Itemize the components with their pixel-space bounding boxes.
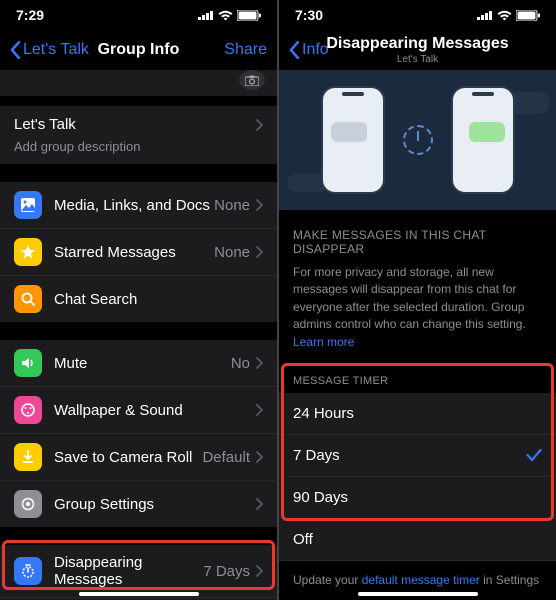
phone-group-info: 7:29 Let's Talk Group Info Share Let's T…: [0, 0, 277, 600]
back-button[interactable]: Info: [289, 41, 329, 59]
wifi-icon: [218, 10, 233, 21]
phone-disappearing-messages: 7:30 Info Disappearing Messages Let's Ta…: [279, 0, 556, 600]
cellular-icon: [477, 10, 493, 20]
cell-label: Wallpaper & Sound: [54, 402, 256, 419]
gear-icon: [14, 490, 42, 518]
wallpaper-sound-cell[interactable]: Wallpaper & Sound: [0, 387, 277, 434]
back-label: Let's Talk: [23, 41, 89, 59]
checkmark-icon: [526, 448, 542, 462]
back-label: Info: [302, 41, 329, 59]
option-label: 24 Hours: [293, 405, 354, 422]
download-icon: [14, 443, 42, 471]
status-bar: 7:29: [0, 0, 277, 30]
status-time: 7:30: [295, 7, 323, 23]
battery-icon: [237, 10, 261, 21]
group-settings-cell[interactable]: Group Settings: [0, 481, 277, 527]
group-description-cell[interactable]: Add group description: [0, 139, 277, 164]
learn-more-link[interactable]: Learn more: [293, 335, 354, 349]
camera-icon[interactable]: [239, 70, 265, 90]
cell-label: Save to Camera Roll: [54, 449, 202, 466]
timer-section-header: MESSAGE TIMER: [279, 365, 556, 393]
cell-value: 7 Days: [203, 563, 250, 580]
cellular-icon: [198, 10, 214, 20]
cell-value: None: [214, 244, 250, 261]
chevron-right-icon: [256, 404, 263, 416]
option-24-hours[interactable]: 24 Hours: [279, 393, 556, 435]
cell-label: Mute: [54, 355, 231, 372]
nav-bar: Info Disappearing Messages Let's Talk: [279, 30, 556, 70]
chat-search-cell[interactable]: Chat Search: [0, 276, 277, 322]
home-indicator[interactable]: [79, 592, 199, 596]
share-button[interactable]: Share: [224, 41, 267, 59]
cell-label: Disappearing Messages: [54, 554, 203, 588]
group-name-section: Let's Talk Add group description: [0, 106, 277, 164]
wallpaper-icon: [14, 396, 42, 424]
speaker-icon: [14, 349, 42, 377]
chevron-right-icon: [256, 357, 263, 369]
status-indicators: [477, 10, 540, 21]
home-indicator[interactable]: [358, 592, 478, 596]
option-label: Off: [293, 531, 313, 548]
mute-cell[interactable]: Mute No: [0, 340, 277, 387]
chevron-left-icon: [10, 41, 21, 59]
section-headline: MAKE MESSAGES IN THIS CHAT DISAPPEAR: [279, 210, 556, 264]
cell-value: None: [214, 197, 250, 214]
media-links-docs-cell[interactable]: Media, Links, and Docs None: [0, 182, 277, 229]
cell-label: Group Settings: [54, 496, 256, 513]
star-icon: [14, 238, 42, 266]
starred-messages-cell[interactable]: Starred Messages None: [0, 229, 277, 276]
clock-icon: [403, 125, 433, 155]
body-text: For more privacy and storage, all new me…: [293, 265, 526, 331]
cell-label: Starred Messages: [54, 244, 214, 261]
chevron-left-icon: [289, 41, 300, 59]
timer-icon: [14, 557, 42, 585]
phone-mock-left: [321, 86, 385, 194]
option-off[interactable]: Off: [279, 519, 556, 561]
status-time: 7:29: [16, 7, 44, 23]
group-name-label: Let's Talk: [14, 116, 76, 133]
chevron-right-icon: [256, 498, 263, 510]
back-button[interactable]: Let's Talk: [10, 41, 89, 59]
chevron-right-icon: [256, 451, 263, 463]
cell-label: Chat Search: [54, 291, 263, 308]
illustration: [279, 70, 556, 210]
disappearing-messages-cell[interactable]: Disappearing Messages 7 Days: [0, 545, 277, 598]
option-7-days[interactable]: 7 Days: [279, 435, 556, 477]
chevron-right-icon: [256, 199, 263, 211]
cell-value: No: [231, 355, 250, 372]
media-icon: [14, 191, 42, 219]
wifi-icon: [497, 10, 512, 21]
settings-section: Mute No Wallpaper & Sound Save to Camera…: [0, 340, 277, 527]
photo-stub: [0, 70, 277, 96]
section-body: For more privacy and storage, all new me…: [279, 264, 556, 365]
media-section: Media, Links, and Docs None Starred Mess…: [0, 182, 277, 322]
default-timer-link[interactable]: default message timer: [362, 573, 480, 587]
group-name-cell[interactable]: Let's Talk: [0, 106, 277, 139]
chevron-right-icon: [256, 565, 263, 577]
phone-mock-right: [451, 86, 515, 194]
chevron-right-icon: [256, 246, 263, 258]
option-label: 90 Days: [293, 489, 348, 506]
status-indicators: [198, 10, 261, 21]
battery-icon: [516, 10, 540, 21]
nav-bar: Let's Talk Group Info Share: [0, 30, 277, 70]
cell-label: Media, Links, and Docs: [54, 197, 214, 214]
chevron-right-icon: [256, 119, 263, 131]
save-camera-roll-cell[interactable]: Save to Camera Roll Default: [0, 434, 277, 481]
cell-value: Default: [202, 449, 250, 466]
search-icon: [14, 285, 42, 313]
status-bar: 7:30: [279, 0, 556, 30]
option-label: 7 Days: [293, 447, 340, 464]
option-90-days[interactable]: 90 Days: [279, 477, 556, 519]
